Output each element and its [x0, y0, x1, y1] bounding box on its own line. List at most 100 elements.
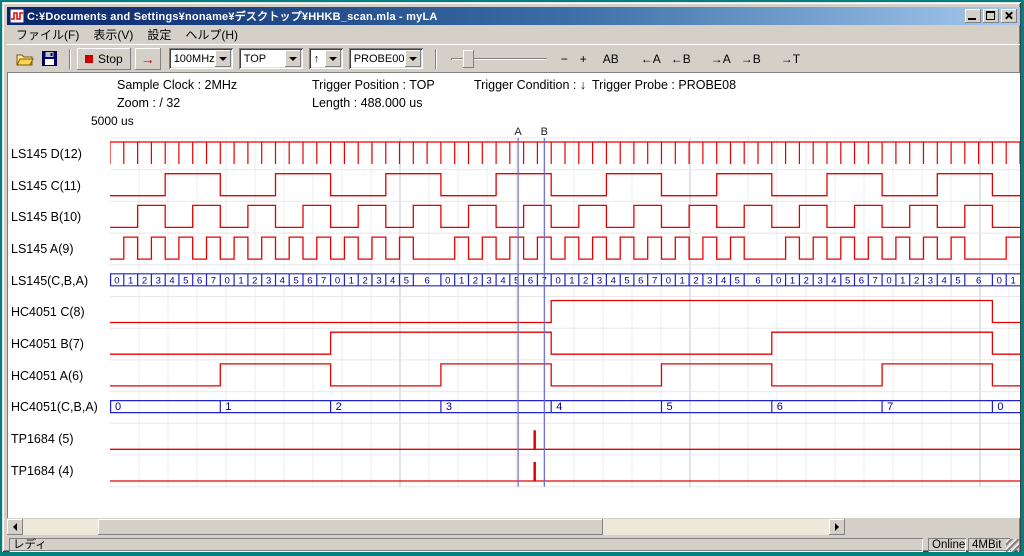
bus-value: 1	[790, 275, 795, 286]
bus-value: 3	[597, 275, 602, 286]
menu-view[interactable]: 表示(V)	[86, 24, 140, 46]
goto-marker-b-right-button[interactable]: →B	[737, 50, 765, 68]
titlebar[interactable]: C:¥Documents and Settings¥noname¥デスクトップ¥…	[7, 7, 1020, 25]
waveform-channel	[110, 174, 1020, 196]
chevron-down-icon	[219, 57, 227, 61]
trigger-probe-select[interactable]: PROBE00	[349, 48, 423, 69]
goto-marker-a-right-button[interactable]: →A	[707, 50, 735, 68]
bus-value: 1	[680, 275, 685, 286]
bus-value: 4	[831, 275, 836, 286]
open-folder-icon	[16, 52, 34, 66]
bus-value: 0	[115, 401, 121, 413]
bus-value: 5	[735, 275, 740, 286]
bus-value: 7	[652, 275, 657, 286]
waveform-canvas[interactable]: 0123456701234567012345601234567012345670…	[110, 126, 1020, 488]
resize-grip[interactable]	[1006, 539, 1019, 552]
bus-value: 3	[446, 401, 452, 413]
channel-label: HC4051 C(8)	[11, 304, 110, 320]
sample-rate-dropdown-button[interactable]	[215, 50, 231, 67]
bus-value: 2	[142, 275, 147, 286]
trigger-position-dropdown-button[interactable]	[285, 50, 301, 67]
goto-trigger-button[interactable]: →T	[777, 50, 804, 68]
channel-label: TP1684 (4)	[11, 463, 110, 479]
menu-settings[interactable]: 設定	[140, 24, 178, 46]
bus-value: 0	[776, 275, 781, 286]
run-button[interactable]: →	[135, 48, 161, 70]
bus-value: 4	[500, 275, 505, 286]
arrow-left-icon	[13, 523, 17, 531]
waveform-channel	[110, 301, 1020, 323]
waveform-channel	[110, 205, 1020, 227]
window-controls	[965, 9, 1017, 23]
zoom-slider-thumb[interactable]	[463, 50, 474, 68]
bus-value: 2	[336, 401, 342, 413]
bus-value: 3	[817, 275, 822, 286]
bus-value: 1	[569, 275, 574, 286]
length-info: Length : 488.000 us	[312, 96, 423, 112]
save-file-button[interactable]	[38, 48, 61, 70]
stop-icon	[85, 55, 93, 63]
zoom-slider[interactable]	[451, 49, 547, 69]
bus-value: 1	[238, 275, 243, 286]
minimize-icon	[968, 18, 976, 20]
menu-help[interactable]: ヘルプ(H)	[178, 24, 245, 46]
bus-value: 2	[693, 275, 698, 286]
zoom-out-button[interactable]: −	[557, 50, 572, 68]
open-file-button[interactable]	[13, 48, 36, 70]
bus-value: 2	[804, 275, 809, 286]
bus-value: 6	[307, 275, 312, 286]
bus-value: 2	[473, 275, 478, 286]
close-button[interactable]	[1001, 9, 1017, 23]
bus-value: 1	[900, 275, 905, 286]
status-memory: 4MBit	[968, 538, 1010, 552]
bus-value: 7	[211, 275, 216, 286]
statusbar: レディ Online 4MBit	[7, 537, 1020, 553]
channel-label: HC4051 B(7)	[11, 336, 110, 352]
maximize-button[interactable]	[983, 9, 999, 23]
bus-value: 0	[114, 275, 119, 286]
bus-value: 0	[445, 275, 450, 286]
waveform-channel	[110, 332, 1020, 354]
zoom-in-button[interactable]: +	[576, 50, 591, 68]
scroll-left-button[interactable]	[7, 519, 23, 535]
bus-value: 2	[252, 275, 257, 286]
scrollbar-thumb[interactable]	[98, 519, 603, 535]
toolbar: Stop → 100MHz TOP ↑ PROBE00	[7, 44, 1020, 72]
bus-value: 3	[376, 275, 381, 286]
bus-value: 7	[321, 275, 326, 286]
waveform-channel	[110, 237, 1020, 259]
stop-button[interactable]: Stop	[77, 48, 131, 70]
trigger-position-select[interactable]: TOP	[239, 48, 303, 69]
menu-file[interactable]: ファイル(F)	[9, 24, 86, 46]
bus-value: 5	[667, 401, 673, 413]
bus-value: 0	[225, 275, 230, 286]
marker-a-label: A	[514, 126, 522, 138]
menubar: ファイル(F) 表示(V) 設定 ヘルプ(H)	[7, 25, 1020, 44]
trigger-probe-dropdown-button[interactable]	[405, 50, 421, 67]
arrow-right-icon	[835, 523, 839, 531]
bus-value: 2	[583, 275, 588, 286]
bus-value: 5	[624, 275, 629, 286]
bus-value: 6	[976, 275, 981, 286]
waveform-channel	[110, 364, 1020, 386]
trigger-edge-select[interactable]: ↑	[309, 48, 343, 69]
bus-value: 0	[555, 275, 560, 286]
bus-value: 0	[666, 275, 671, 286]
desktop: C:¥Documents and Settings¥noname¥デスクトップ¥…	[0, 0, 1024, 556]
bus-value: 5	[293, 275, 298, 286]
chevron-down-icon	[329, 57, 337, 61]
bus-value: 6	[528, 275, 533, 286]
trigger-edge-dropdown-button[interactable]	[325, 50, 341, 67]
scroll-right-button[interactable]	[829, 519, 845, 535]
sample-rate-select[interactable]: 100MHz	[169, 48, 233, 69]
waveform-channel	[110, 462, 1020, 481]
goto-marker-a-left-button[interactable]: ←A	[637, 50, 665, 68]
horizontal-scrollbar[interactable]	[7, 519, 845, 535]
ab-button[interactable]: AB	[599, 50, 623, 68]
app-icon	[10, 9, 24, 23]
goto-marker-b-left-button[interactable]: ←B	[667, 50, 695, 68]
bus-value: 6	[638, 275, 643, 286]
minimize-button[interactable]	[965, 9, 981, 23]
waveform-channel	[110, 142, 1020, 164]
bus-value: 2	[362, 275, 367, 286]
